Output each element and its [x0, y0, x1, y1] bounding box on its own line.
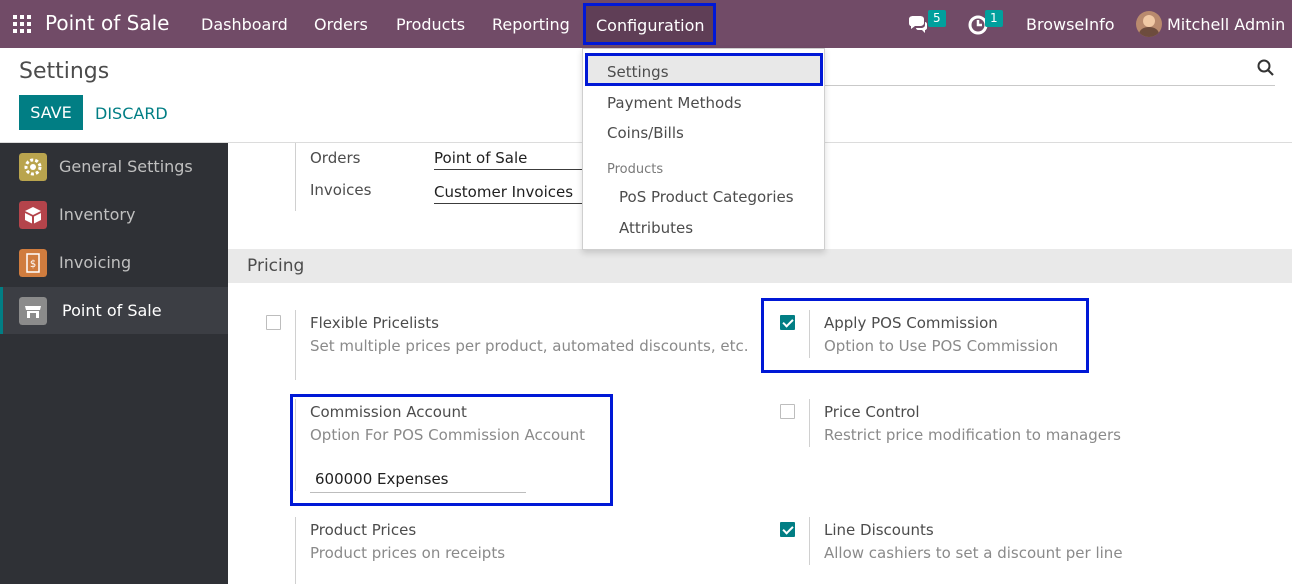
dropdown-item-pos-product-categories[interactable]: PoS Product Categories [619, 188, 794, 206]
user-menu[interactable]: Mitchell Admin [1167, 15, 1285, 34]
commission-account-input[interactable]: 600000 Expenses [310, 470, 526, 493]
messages-badge: 5 [928, 10, 946, 27]
price-control-title: Price Control [824, 403, 920, 421]
menu-configuration-label: Configuration [596, 16, 705, 35]
setting-divider [809, 399, 810, 447]
flexible-pricelists-desc: Set multiple prices per product, automat… [310, 337, 749, 355]
section-title: Pricing [247, 256, 305, 276]
search-icon[interactable] [1257, 59, 1275, 77]
menu-products[interactable]: Products [396, 15, 465, 34]
page-title: Settings [19, 59, 110, 84]
dropdown-item-settings-label[interactable]: Settings [607, 63, 669, 81]
price-control-desc: Restrict price modification to managers [824, 426, 1121, 444]
setting-divider [295, 517, 296, 584]
setting-divider [295, 310, 296, 380]
invoices-journal-field[interactable]: Customer Invoices [434, 183, 582, 204]
dropdown-item-attributes[interactable]: Attributes [619, 219, 693, 237]
sidebar-item-inventory[interactable]: Inventory [0, 191, 228, 238]
menu-configuration[interactable]: Configuration [583, 3, 716, 45]
settings-sidebar: General Settings Inventory $ Invoicing P… [0, 143, 228, 584]
configuration-dropdown: Settings Payment Methods Coins/Bills Pro… [582, 48, 825, 250]
setting-divider [295, 143, 296, 211]
invoices-journal-label: Invoices [310, 181, 372, 199]
dropdown-item-payment-methods[interactable]: Payment Methods [607, 94, 742, 112]
flexible-pricelists-checkbox[interactable] [266, 315, 281, 330]
setting-divider [295, 399, 296, 491]
apply-pos-commission-desc: Option to Use POS Commission [824, 337, 1059, 355]
dropdown-section-header: Products [607, 162, 664, 177]
line-discounts-desc: Allow cashiers to set a discount per lin… [824, 544, 1123, 562]
activities-badge: 1 [985, 10, 1003, 27]
menu-reporting[interactable]: Reporting [492, 15, 570, 34]
search-input[interactable] [825, 85, 1275, 86]
avatar[interactable] [1136, 11, 1162, 37]
sidebar-item-label: Point of Sale [62, 301, 162, 320]
sidebar-item-label: General Settings [59, 157, 193, 176]
orders-journal-label: Orders [310, 149, 361, 167]
svg-text:$: $ [30, 259, 36, 270]
pricing-section-header: Pricing [228, 249, 1292, 283]
menu-orders[interactable]: Orders [314, 15, 368, 34]
setting-divider [809, 517, 810, 565]
menu-dashboard[interactable]: Dashboard [201, 15, 288, 34]
store-icon [19, 297, 47, 325]
company-switcher[interactable]: BrowseInfo [1026, 15, 1115, 34]
sidebar-item-point-of-sale[interactable]: Point of Sale [0, 287, 228, 334]
commission-account-title: Commission Account [310, 403, 467, 421]
sidebar-item-general-settings[interactable]: General Settings [0, 143, 228, 190]
commission-account-desc: Option For POS Commission Account [310, 426, 586, 444]
apply-pos-commission-title: Apply POS Commission [824, 314, 998, 332]
top-navbar: Point of Sale Dashboard Orders Products … [0, 0, 1292, 48]
line-discounts-title: Line Discounts [824, 521, 934, 539]
discard-button[interactable]: DISCARD [95, 104, 168, 123]
product-prices-title: Product Prices [310, 521, 417, 539]
setting-divider [809, 310, 810, 358]
chat-icon[interactable] [907, 14, 929, 36]
invoice-icon: $ [19, 249, 47, 277]
sidebar-item-label: Inventory [59, 205, 136, 224]
line-discounts-checkbox[interactable] [780, 522, 795, 537]
sidebar-item-invoicing[interactable]: $ Invoicing [0, 239, 228, 286]
save-button[interactable]: SAVE [19, 95, 83, 130]
dropdown-item-coins-bills[interactable]: Coins/Bills [607, 124, 684, 142]
gear-icon [19, 153, 47, 181]
box-icon [19, 201, 47, 229]
sidebar-item-label: Invoicing [59, 253, 132, 272]
apply-pos-commission-checkbox[interactable] [780, 315, 795, 330]
apps-grid-icon[interactable] [13, 15, 31, 33]
product-prices-desc: Product prices on receipts [310, 544, 506, 562]
flexible-pricelists-title: Flexible Pricelists [310, 314, 439, 332]
app-title[interactable]: Point of Sale [45, 11, 169, 35]
orders-journal-field[interactable]: Point of Sale [434, 149, 582, 170]
price-control-checkbox[interactable] [780, 404, 795, 419]
